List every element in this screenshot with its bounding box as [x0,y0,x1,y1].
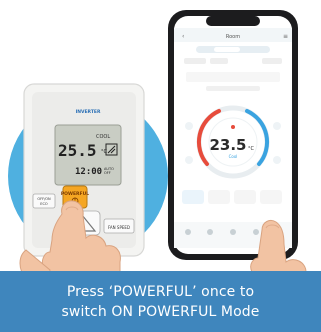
phone-temperature: 23.5 [209,136,246,154]
product-illustration: INVERTER COOL 25.5 °C 12:00 AUTO OFF OFF… [0,0,321,332]
remote-clock: 12:00 [75,167,102,177]
caption-line-1: Press ‘POWERFUL’ once to [66,283,255,300]
caption-line-2: switch ON POWERFUL Mode [61,303,260,320]
instruction-caption: Press ‘POWERFUL’ once to switch ON POWER… [0,271,321,332]
eco-label: ECO [40,202,48,206]
back-arrow-icon[interactable]: ‹ [182,33,184,40]
remote-brand: INVERTER [76,109,101,115]
fan-speed-button[interactable]: FAN SPEED [103,218,135,234]
phone-mode-label: Cool [229,154,238,159]
phone-temperature-unit: °C [248,146,255,152]
remote-clock-suffix-2: OFF [104,171,111,175]
remote-temperature-unit: °C [101,149,108,155]
off-on-button[interactable]: OFF/ON ECO [32,193,56,209]
phone-notch [206,16,260,26]
smartphone: ‹ Room ≡ 23.5 °C Cool [168,10,298,260]
remote-temperature: 25.5 [58,141,97,160]
remote-mode-text: COOL [96,134,110,140]
svg-text:FAN SPEED: FAN SPEED [108,225,130,230]
app-title: Room [226,34,240,40]
hint-row [186,72,280,82]
temperature-dial[interactable]: 23.5 °C Cool [196,105,270,179]
menu-icon[interactable]: ≡ [283,33,288,40]
svg-text:POWERFUL: POWERFUL [61,191,89,197]
svg-text:OFF/ON: OFF/ON [37,197,51,201]
